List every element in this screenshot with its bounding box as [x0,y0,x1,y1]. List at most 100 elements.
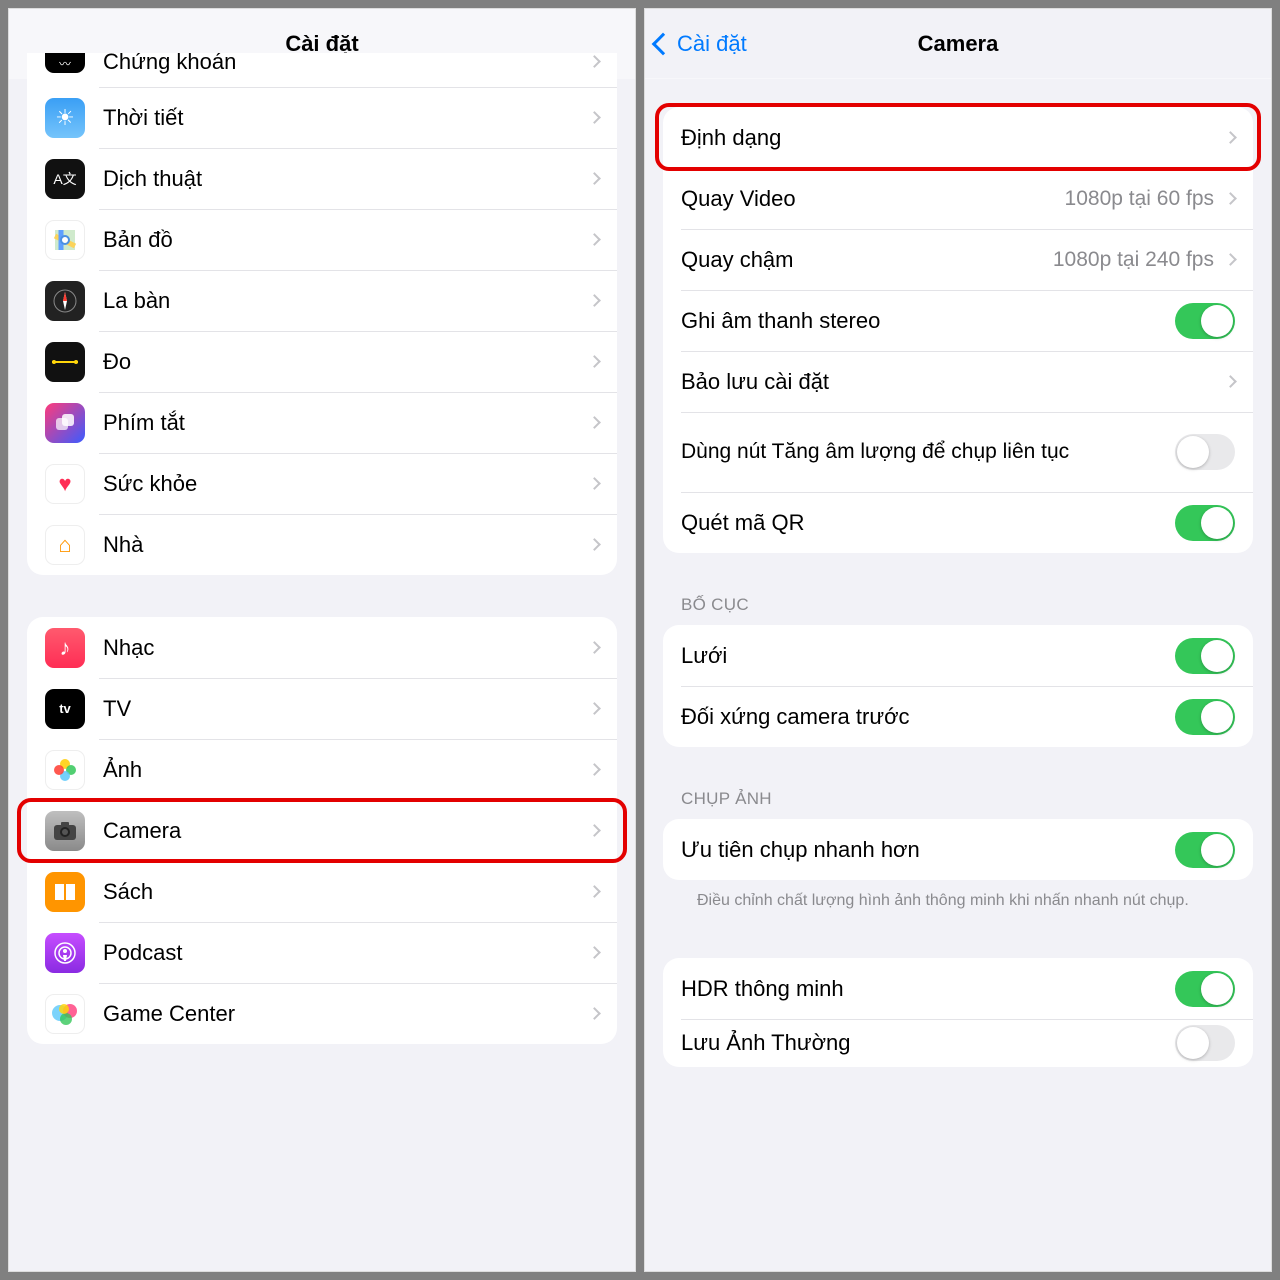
row-label: HDR thông minh [681,976,1175,1002]
row-label: Quay chậm [681,247,1053,273]
row-uu-tien-nhanh[interactable]: Ưu tiên chụp nhanh hơn [663,819,1253,880]
toggle[interactable] [1175,699,1235,735]
page-title: Camera [918,31,999,57]
toggle[interactable] [1175,638,1235,674]
row-luoi[interactable]: Lưới [663,625,1253,686]
row-label: Dùng nút Tăng âm lượng để chụp liên tục [681,438,1175,465]
settings-row-chungkhoan[interactable]: 〰 Chứng khoán [27,53,617,87]
chevron-right-icon [588,111,601,124]
toggle[interactable] [1175,505,1235,541]
row-bao-luu[interactable]: Bảo lưu cài đặt [663,351,1253,412]
settings-group: ♪ Nhạc tv TV Ảnh [27,617,617,1044]
chevron-right-icon [588,824,601,837]
shortcuts-icon [45,403,85,443]
chevron-right-icon [588,641,601,654]
stocks-icon: 〰 [45,53,85,73]
row-label: Sách [103,879,584,905]
row-label: Nhạc [103,635,584,661]
row-label: Nhà [103,532,584,558]
row-label: Camera [103,818,584,844]
row-label: Bảo lưu cài đặt [681,369,1220,395]
settings-row-game-center[interactable]: Game Center [27,983,617,1044]
back-button[interactable]: Cài đặt [655,31,747,57]
camera-group-bocuc: Lưới Đối xứng camera trước [663,625,1253,747]
settings-list[interactable]: 〰 Chứng khoán ☀ Thời tiết A文 Dịch thuật [9,53,635,1271]
row-quay-video[interactable]: Quay Video 1080p tại 60 fps [663,168,1253,229]
settings-row-tv[interactable]: tv TV [27,678,617,739]
settings-row-la-ban[interactable]: La bàn [27,270,617,331]
group-footer: Điều chỉnh chất lượng hình ảnh thông min… [697,890,1219,912]
compass-icon [45,281,85,321]
back-label: Cài đặt [677,31,747,57]
chevron-right-icon [588,416,601,429]
chevron-right-icon [1224,375,1237,388]
row-value: 1080p tại 240 fps [1053,248,1214,272]
row-label: Podcast [103,940,584,966]
chevron-right-icon [588,946,601,959]
row-doi-xung[interactable]: Đối xứng camera trước [663,686,1253,747]
toggle[interactable] [1175,303,1235,339]
row-label: Ghi âm thanh stereo [681,308,1175,334]
camera-group: Định dạng Quay Video 1080p tại 60 fps Qu… [663,107,1253,553]
chevron-right-icon [1224,131,1237,144]
row-label: Bản đồ [103,227,584,253]
music-icon: ♪ [45,628,85,668]
settings-row-suc-khoe[interactable]: ♥ Sức khỏe [27,453,617,514]
chevron-right-icon [588,1007,601,1020]
settings-row-do[interactable]: Đo [27,331,617,392]
toggle[interactable] [1175,434,1235,470]
row-label: Phím tắt [103,410,584,436]
toggle[interactable] [1175,832,1235,868]
row-label: Thời tiết [103,105,584,131]
chevron-right-icon [588,355,601,368]
chevron-left-icon [652,32,675,55]
settings-row-sach[interactable]: Sách [27,861,617,922]
toggle[interactable] [1175,1025,1235,1061]
group-header: BỐ CỤC [681,595,1235,615]
header: Cài đặt Camera [645,9,1271,79]
settings-row-thoi-tiet[interactable]: ☀ Thời tiết [27,87,617,148]
row-quay-cham[interactable]: Quay chậm 1080p tại 240 fps [663,229,1253,290]
settings-row-nhac[interactable]: ♪ Nhạc [27,617,617,678]
row-label: TV [103,696,584,722]
camera-settings-pane: Cài đặt Camera Định dạng Quay Video 1080… [644,8,1272,1272]
row-label: Lưu Ảnh Thường [681,1030,1175,1056]
row-label: Lưới [681,643,1175,669]
row-nut-tang-am[interactable]: Dùng nút Tăng âm lượng để chụp liên tục [663,412,1253,492]
row-label: Quét mã QR [681,510,1175,536]
chevron-right-icon [588,763,601,776]
row-ghi-am-stereo[interactable]: Ghi âm thanh stereo [663,290,1253,351]
row-label: Định dạng [681,125,1220,151]
row-label: Game Center [103,1001,584,1027]
row-quet-qr[interactable]: Quét mã QR [663,492,1253,553]
row-label: Sức khỏe [103,471,584,497]
row-dinh-dang[interactable]: Định dạng [663,107,1253,168]
settings-row-camera[interactable]: Camera [27,800,617,861]
chevron-right-icon [588,885,601,898]
chevron-right-icon [588,172,601,185]
row-luu-anh-thuong[interactable]: Lưu Ảnh Thường [663,1019,1253,1067]
settings-row-ban-do[interactable]: Bản đồ [27,209,617,270]
settings-row-podcast[interactable]: Podcast [27,922,617,983]
group-header: CHỤP ẢNH [681,789,1235,809]
settings-row-anh[interactable]: Ảnh [27,739,617,800]
settings-row-phim-tat[interactable]: Phím tắt [27,392,617,453]
tv-icon: tv [45,689,85,729]
maps-icon [45,220,85,260]
camera-settings-list[interactable]: Định dạng Quay Video 1080p tại 60 fps Qu… [645,79,1271,1271]
row-value: 1080p tại 60 fps [1065,187,1214,211]
measure-icon [45,342,85,382]
row-label: Đo [103,349,584,375]
health-icon: ♥ [45,464,85,504]
chevron-right-icon [588,477,601,490]
toggle[interactable] [1175,971,1235,1007]
row-label: Ưu tiên chụp nhanh hơn [681,837,1175,863]
row-hdr[interactable]: HDR thông minh [663,958,1253,1019]
chevron-right-icon [588,538,601,551]
settings-row-nha[interactable]: ⌂ Nhà [27,514,617,575]
row-label: Ảnh [103,757,584,783]
chevron-right-icon [1224,253,1237,266]
settings-row-dich-thuat[interactable]: A文 Dịch thuật [27,148,617,209]
translate-icon: A文 [45,159,85,199]
settings-pane: Cài đặt 〰 Chứng khoán ☀ Thời tiết A文 Dịc… [8,8,636,1272]
